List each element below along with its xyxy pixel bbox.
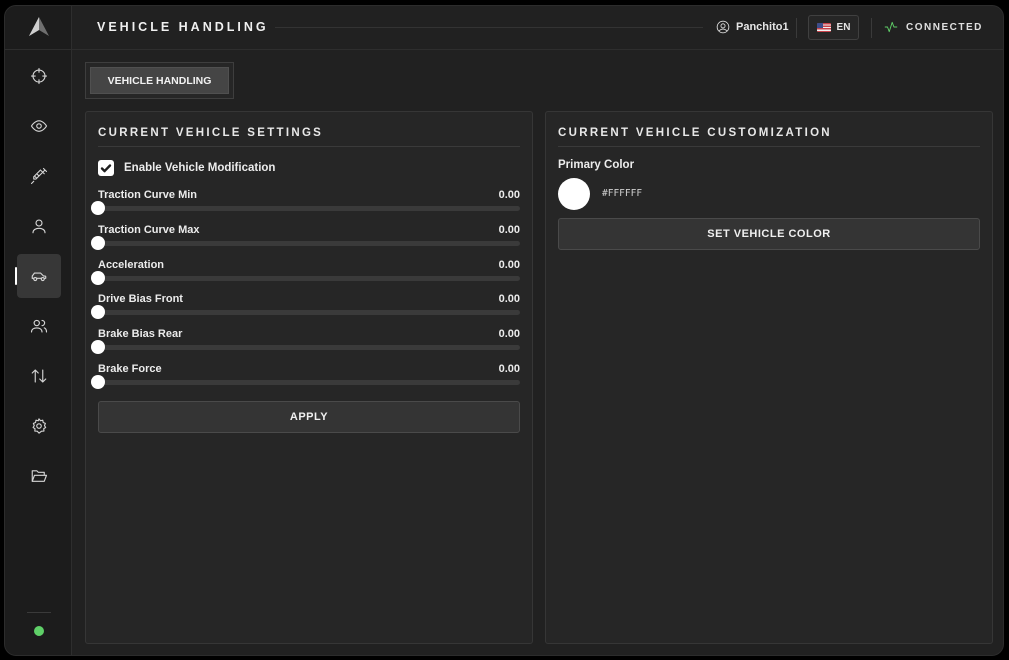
primary-color-hex: #FFFFFF <box>602 188 643 199</box>
slider-thumb[interactable] <box>91 340 105 354</box>
enable-modification-checkbox[interactable] <box>98 160 114 176</box>
sidebar-item-player[interactable] <box>17 204 61 248</box>
sidebar-item-visuals[interactable] <box>17 104 61 148</box>
language-code: EN <box>836 22 851 33</box>
set-vehicle-color-button[interactable]: SET VEHICLE COLOR <box>558 218 980 250</box>
slider-value: 0.00 <box>498 293 520 305</box>
syringe-icon <box>30 167 48 185</box>
slider-label: Acceleration <box>98 259 165 271</box>
slider-value: 0.00 <box>498 189 520 201</box>
car-icon <box>31 272 47 282</box>
tab-bar: VEHICLE HANDLING <box>85 62 234 99</box>
slider-track[interactable] <box>91 236 520 250</box>
slider-thumb[interactable] <box>91 236 105 250</box>
slider-value: 0.00 <box>498 259 520 271</box>
vehicle-settings-panel: CURRENT VEHICLE SETTINGS Enable Vehicle … <box>85 111 533 644</box>
slider-thumb[interactable] <box>91 375 105 389</box>
slider-thumb[interactable] <box>91 201 105 215</box>
slider-label: Traction Curve Min <box>98 189 198 201</box>
slider-track[interactable] <box>91 340 520 354</box>
sidebar-item-files[interactable] <box>17 454 61 498</box>
slider-acceleration: Acceleration 0.00 <box>91 259 520 289</box>
slider-track[interactable] <box>91 305 520 319</box>
users-icon <box>30 319 48 333</box>
crosshair-icon <box>30 67 48 85</box>
sidebar-item-players[interactable] <box>17 304 61 348</box>
page-title: VEHICLE HANDLING <box>97 20 269 34</box>
connection-status: CONNECTED <box>884 20 983 34</box>
panel-divider <box>558 146 980 147</box>
eye-icon <box>30 120 48 132</box>
tab-vehicle-handling[interactable]: VEHICLE HANDLING <box>90 67 229 94</box>
language-selector[interactable]: EN <box>808 15 859 40</box>
slider-label: Brake Bias Rear <box>98 328 183 340</box>
sidebar-bottom-divider <box>27 612 51 613</box>
topbar: VEHICLE HANDLING Panchito1 EN CONNECTED <box>72 6 1003 50</box>
username: Panchito1 <box>736 21 789 33</box>
topbar-separator <box>796 18 797 38</box>
slider-brake-force: Brake Force 0.00 <box>91 363 520 393</box>
slider-label: Drive Bias Front <box>98 293 183 305</box>
panel-divider <box>98 146 520 147</box>
panel-title: CURRENT VEHICLE SETTINGS <box>98 127 324 139</box>
sidebar-item-syringe[interactable] <box>17 154 61 198</box>
sidebar-divider <box>5 49 72 50</box>
transfer-arrows-icon <box>31 369 47 383</box>
slider-drive-bias-front: Drive Bias Front 0.00 <box>91 293 520 323</box>
slider-track[interactable] <box>91 375 520 389</box>
slider-thumb[interactable] <box>91 271 105 285</box>
folder-open-icon <box>31 470 48 482</box>
vehicle-customization-panel: CURRENT VEHICLE CUSTOMIZATION Primary Co… <box>545 111 993 644</box>
user-profile[interactable]: Panchito1 <box>716 20 789 34</box>
apply-button[interactable]: APPLY <box>98 401 520 433</box>
slider-label: Brake Force <box>98 363 162 375</box>
activity-pulse-icon <box>884 21 898 33</box>
slider-brake-bias-rear: Brake Bias Rear 0.00 <box>91 328 520 358</box>
slider-value: 0.00 <box>498 363 520 375</box>
slider-thumb[interactable] <box>91 305 105 319</box>
connection-status-dot <box>34 626 44 636</box>
slider-traction-curve-min: Traction Curve Min 0.00 <box>91 189 520 219</box>
topbar-separator <box>871 18 872 38</box>
connection-label: CONNECTED <box>906 21 983 33</box>
logo-icon <box>29 17 49 36</box>
slider-value: 0.00 <box>498 224 520 236</box>
sidebar-item-transfer[interactable] <box>17 354 61 398</box>
primary-color-swatch[interactable] <box>558 178 590 210</box>
panel-title: CURRENT VEHICLE CUSTOMIZATION <box>558 127 832 139</box>
user-icon <box>32 219 46 234</box>
enable-modification-toggle[interactable]: Enable Vehicle Modification <box>98 160 275 176</box>
primary-color-label: Primary Color <box>558 159 635 171</box>
slider-track[interactable] <box>91 201 520 215</box>
sidebar <box>5 6 72 655</box>
gear-icon <box>32 418 47 434</box>
slider-traction-curve-max: Traction Curve Max 0.00 <box>91 224 520 254</box>
title-divider <box>275 27 703 28</box>
app-window: VEHICLE HANDLING Panchito1 EN CONNECTED … <box>4 5 1004 656</box>
checkmark-icon <box>100 164 112 173</box>
slider-label: Traction Curve Max <box>98 224 200 236</box>
slider-track[interactable] <box>91 271 520 285</box>
sidebar-item-vehicle[interactable] <box>15 254 61 298</box>
slider-value: 0.00 <box>498 328 520 340</box>
us-flag-icon <box>816 23 831 32</box>
enable-modification-label: Enable Vehicle Modification <box>124 162 276 174</box>
sidebar-item-settings[interactable] <box>17 404 61 448</box>
sidebar-item-crosshair[interactable] <box>17 54 61 98</box>
user-circle-icon <box>716 20 730 34</box>
